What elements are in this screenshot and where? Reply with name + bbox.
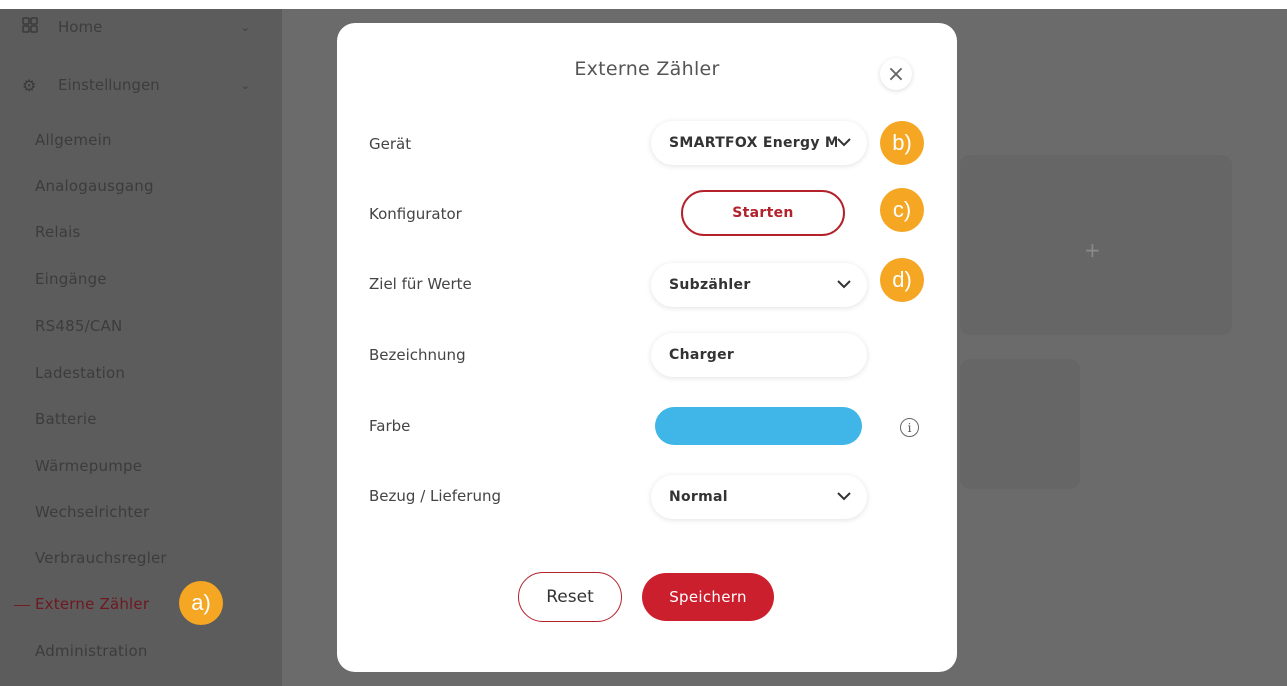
close-button[interactable]: ×	[880, 58, 912, 90]
sidebar-item-batterie[interactable]: Batterie	[35, 410, 97, 428]
device-select-value: SMARTFOX Energy Meter	[669, 135, 837, 151]
direction-select-value: Normal	[669, 489, 728, 505]
sidebar-item-rs485-can[interactable]: RS485/CAN	[35, 317, 122, 335]
name-input[interactable]: Charger	[651, 333, 867, 377]
annotation-badge-b: b)	[880, 121, 924, 165]
target-label: Ziel für Werte	[369, 275, 472, 293]
sidebar-item-ladestation[interactable]: Ladestation	[35, 364, 125, 382]
chevron-down-icon	[837, 492, 851, 501]
name-label: Bezeichnung	[369, 346, 466, 364]
chevron-down-icon: ⌄	[240, 78, 250, 92]
color-label: Farbe	[369, 417, 411, 435]
info-icon[interactable]: i	[900, 418, 919, 437]
external-meters-dialog: Externe Zähler × Gerät SMARTFOX Energy M…	[337, 23, 957, 672]
sidebar-item-administration[interactable]: Administration	[35, 642, 148, 660]
close-icon: ×	[886, 61, 906, 87]
nav-settings[interactable]: ⚙ Einstellungen ⌄	[14, 67, 264, 103]
sidebar-item-verbrauchsregler[interactable]: Verbrauchsregler	[35, 549, 167, 567]
grid-icon	[22, 17, 44, 37]
dialog-title: Externe Zähler	[574, 58, 720, 80]
device-label: Gerät	[369, 135, 412, 153]
chevron-down-icon	[837, 138, 851, 147]
background-card	[960, 359, 1080, 489]
sidebar-item-relais[interactable]: Relais	[35, 223, 81, 241]
chevron-down-icon	[837, 280, 851, 289]
device-select[interactable]: SMARTFOX Energy Meter	[651, 121, 867, 165]
annotation-badge-a: a)	[179, 581, 223, 625]
chevron-down-icon: ⌄	[240, 20, 250, 34]
name-input-value: Charger	[669, 347, 735, 363]
sidebar-item-wechselrichter[interactable]: Wechselrichter	[35, 503, 149, 521]
target-select-value: Subzähler	[669, 277, 751, 293]
configurator-label: Konfigurator	[369, 205, 462, 223]
direction-select[interactable]: Normal	[651, 475, 867, 519]
active-indicator	[14, 605, 30, 606]
sidebar-item-allgemein[interactable]: Allgemein	[35, 131, 112, 149]
sidebar-item-waermepumpe[interactable]: Wärmepumpe	[35, 457, 142, 475]
add-icon: +	[1084, 238, 1101, 262]
nav-home[interactable]: Home ⌄	[14, 9, 264, 45]
nav-home-label: Home	[58, 18, 103, 36]
target-select[interactable]: Subzähler	[651, 263, 867, 307]
nav-settings-label: Einstellungen	[58, 76, 160, 94]
save-button[interactable]: Speichern	[642, 573, 774, 621]
direction-label: Bezug / Lieferung	[369, 487, 501, 505]
gear-icon: ⚙	[22, 75, 37, 95]
reset-button[interactable]: Reset	[518, 572, 622, 622]
sidebar-item-externe-zaehler[interactable]: Externe Zähler	[35, 595, 149, 613]
annotation-badge-c: c)	[880, 188, 924, 232]
sidebar-item-analogausgang[interactable]: Analogausgang	[35, 177, 154, 195]
sidebar-item-eingaenge[interactable]: Eingänge	[35, 270, 107, 288]
start-configurator-button[interactable]: Starten	[681, 190, 845, 236]
sidebar: Home ⌄ ⚙ Einstellungen ⌄ Allgemein Analo…	[0, 9, 282, 686]
color-picker[interactable]	[655, 407, 862, 445]
annotation-badge-d: d)	[880, 258, 924, 302]
